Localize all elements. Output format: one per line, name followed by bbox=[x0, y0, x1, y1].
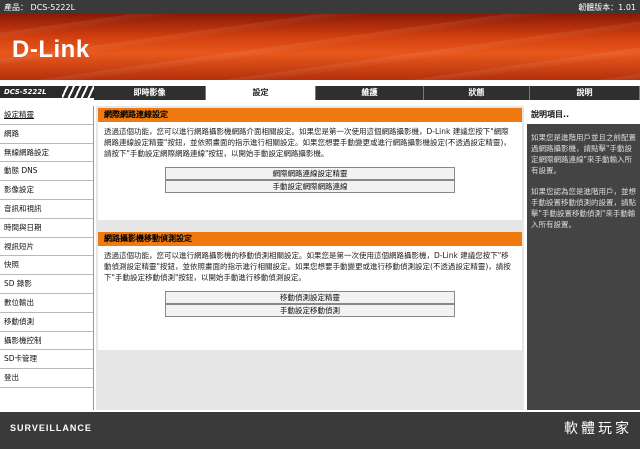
help-paragraph: 如果您認為您是進階用戶，並想手動設置移動偵測的設置，請點擊"手動設置移動偵測"來… bbox=[531, 187, 636, 229]
motion-wizard-button[interactable]: 移動偵測設定精靈 bbox=[165, 291, 455, 304]
sidebar-item-ddns[interactable]: 動態 DNS bbox=[0, 162, 93, 182]
sidebar-item-logout[interactable]: 登出 bbox=[0, 369, 93, 388]
sidebar-item-audio-video[interactable]: 音訊和視訊 bbox=[0, 200, 93, 219]
help-panel: 說明項目.. 如果您是進階用戶並且之前配置過網路攝影機，請點擊"手動設定網際網路… bbox=[527, 106, 640, 410]
decorative-slashes bbox=[62, 86, 94, 98]
tab-setup[interactable]: 設定 bbox=[206, 86, 316, 100]
tab-help[interactable]: 說明 bbox=[530, 86, 640, 100]
sidebar-item-sd-recording[interactable]: SD 錄影 bbox=[0, 275, 93, 294]
tab-maintenance[interactable]: 維護 bbox=[316, 86, 424, 100]
product-label: 產品： DCS-5222L bbox=[4, 3, 76, 12]
model-label: DCS-5222L bbox=[0, 86, 62, 98]
sidebar-item-sd-management[interactable]: SD卡管理 bbox=[0, 350, 93, 370]
sidebar-item-snapshot[interactable]: 快照 bbox=[0, 256, 93, 276]
manual-internet-setup-button[interactable]: 手動設定網際網路連線 bbox=[165, 180, 455, 193]
top-info-bar: 產品： DCS-5222L 韌體版本：1.01 bbox=[0, 0, 640, 14]
sidebar-item-image-setup[interactable]: 影像設定 bbox=[0, 181, 93, 200]
firmware-label: 韌體版本：1.01 bbox=[578, 3, 636, 12]
section-title: 網路攝影機移動偵測設定 bbox=[98, 232, 522, 246]
sidebar-item-network[interactable]: 網路 bbox=[0, 125, 93, 144]
surveillance-logo: SURVEILLANCE bbox=[10, 423, 92, 433]
motion-detection-section: 網路攝影機移動偵測設定 透過這個功能，您可以進行網路攝影機的移動偵測相關設定。如… bbox=[98, 232, 522, 350]
main-tabs: 即時影像 設定 維護 狀態 說明 bbox=[94, 86, 640, 100]
sidebar-item-video-clip[interactable]: 視訊短片 bbox=[0, 238, 93, 257]
sidebar: 設定精靈 網路 無線網路設定 動態 DNS 影像設定 音訊和視訊 時間與日期 視… bbox=[0, 106, 94, 410]
main-content: 網際網路連線設定 透過這個功能，您可以進行網路攝影機網路介面相關設定。如果您是第… bbox=[96, 106, 524, 410]
sidebar-item-motion-detection[interactable]: 移動偵測 bbox=[0, 313, 93, 332]
watermark: 軟體玩家 bbox=[564, 421, 632, 437]
sidebar-item-setup-wizard[interactable]: 設定精靈 bbox=[0, 106, 93, 125]
sidebar-item-camera-control[interactable]: 攝影機控制 bbox=[0, 332, 93, 351]
section-description: 透過這個功能，您可以進行網路攝影機的移動偵測相關設定。如果您是第一次使用這個網路… bbox=[104, 251, 511, 282]
sidebar-item-time-date[interactable]: 時間與日期 bbox=[0, 219, 93, 238]
help-title: 說明項目.. bbox=[527, 106, 640, 124]
brand-banner: D-Link bbox=[0, 14, 640, 80]
footer: SURVEILLANCE 軟體玩家 bbox=[0, 412, 640, 449]
tab-live-video[interactable]: 即時影像 bbox=[94, 86, 206, 100]
sidebar-item-digital-output[interactable]: 數位輸出 bbox=[0, 294, 93, 313]
help-paragraph: 如果您是進階用戶並且之前配置過網路攝影機，請點擊"手動設定網際網路連線"來手動輸… bbox=[531, 133, 636, 175]
internet-wizard-button[interactable]: 網際網路連線設定精靈 bbox=[165, 167, 455, 180]
internet-connection-section: 網際網路連線設定 透過這個功能，您可以進行網路攝影機網路介面相關設定。如果您是第… bbox=[98, 108, 522, 220]
section-title: 網際網路連線設定 bbox=[98, 108, 522, 122]
dlink-logo: D-Link bbox=[12, 36, 90, 63]
section-description: 透過這個功能，您可以進行網路攝影機網路介面相關設定。如果您是第一次使用這個網路攝… bbox=[104, 127, 511, 158]
manual-motion-setup-button[interactable]: 手動設定移動偵測 bbox=[165, 304, 455, 317]
sidebar-item-wireless[interactable]: 無線網路設定 bbox=[0, 144, 93, 163]
tab-status[interactable]: 狀態 bbox=[424, 86, 530, 100]
